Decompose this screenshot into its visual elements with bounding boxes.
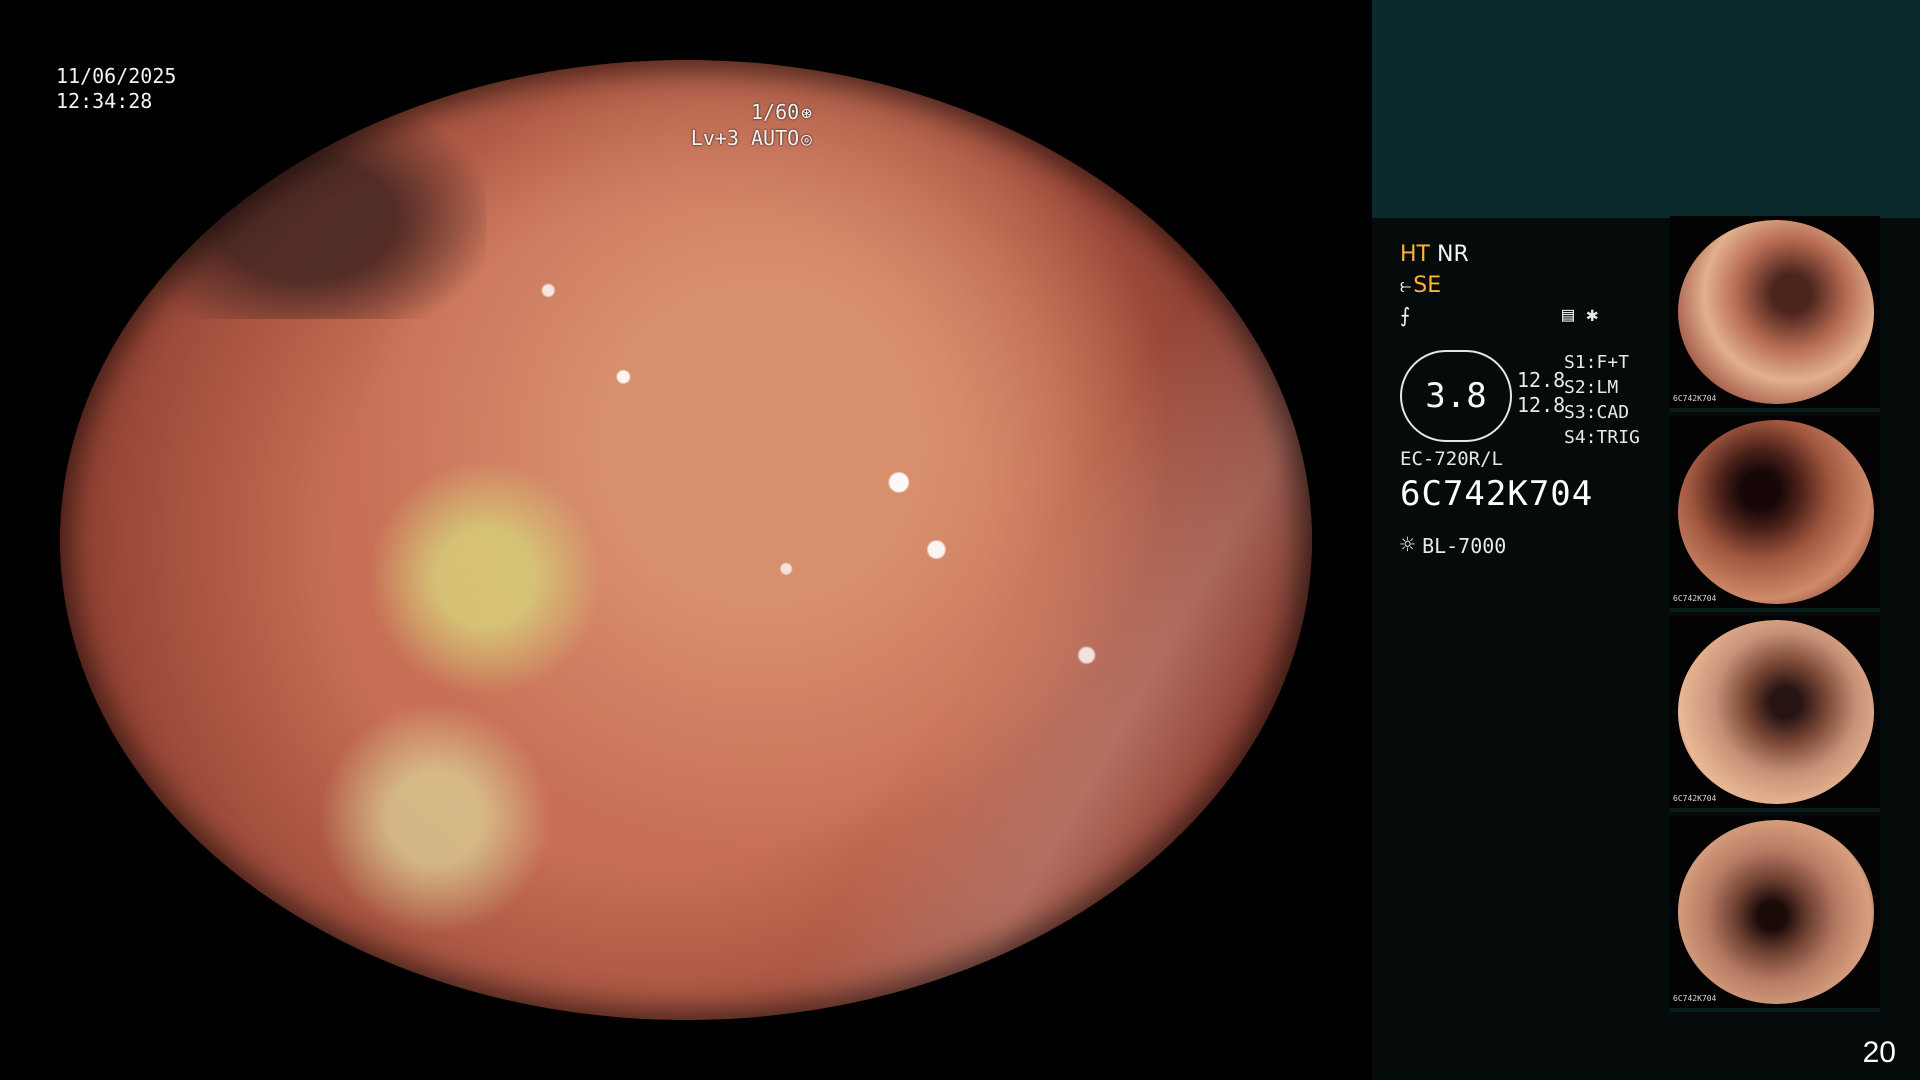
endoscope-model: EC-720R/L — [1400, 448, 1503, 470]
thumbnail-4[interactable]: 6C742K704 — [1670, 816, 1880, 1012]
light-source-info: ☼ BL-7000 — [1400, 530, 1506, 559]
stylus-icon: ⨍ — [1400, 303, 1411, 327]
thumbnail-label-4: 6C742K704 — [1673, 994, 1717, 1003]
switch-assignments: S1:F+T S2:LM S3:CAD S4:TRIG — [1564, 350, 1640, 450]
light-level: Lv+3 AUTO — [690, 126, 800, 150]
se-mode: SE — [1413, 273, 1442, 298]
thumbnail-image-2 — [1678, 420, 1874, 604]
capture-thumbnails: 6C742K704 6C742K704 6C742K704 6C742K704 — [1670, 216, 1920, 1016]
system-status-panel: HT NR ⥼SE ⨍ ▤ ✱ 3.8 12.8 12.8 S1:F+T S2:… — [1372, 0, 1920, 1080]
endoscope-serial: 6C742K704 — [1400, 474, 1594, 514]
settings-list-icon: ▤ — [1562, 302, 1575, 326]
capture-date-time: 11/06/2025 12:34:28 — [56, 64, 176, 114]
image-processing-status: HT NR ⥼SE ⨍ — [1400, 240, 1680, 330]
gauge-upper-value: 12.8 — [1517, 368, 1566, 392]
enhancement-line: ⥼SE — [1400, 270, 1680, 300]
gauge-value: 3.8 — [1425, 376, 1487, 416]
light-source-icon: ☼ — [1400, 530, 1416, 559]
scope-mode-icon: ⥼ — [1400, 273, 1412, 297]
capture-time: 12:34:28 — [56, 89, 153, 113]
thumbnail-image-1 — [1678, 220, 1874, 404]
thumbnail-1[interactable]: 6C742K704 — [1670, 216, 1880, 412]
exposure-readout: 1/60 ⊛ Lv+3 AUTO ◎ — [691, 100, 812, 152]
page-number: 20 — [1862, 1036, 1896, 1069]
thumbnail-2[interactable]: 6C742K704 — [1670, 416, 1880, 612]
asterisk-icon: ✱ — [1586, 302, 1599, 326]
switch-s4: S4:TRIG — [1564, 427, 1640, 448]
endoscopy-main-view: 11/06/2025 12:34:28 1/60 ⊛ Lv+3 AUTO ◎ — [0, 0, 1372, 1080]
nr-mode: NR — [1436, 242, 1469, 267]
panel-header-bar — [1372, 0, 1920, 218]
annotation-mode-line: ⨍ — [1400, 300, 1680, 330]
thumbnail-3[interactable]: 6C742K704 — [1670, 616, 1880, 812]
auto-exposure-icon: ◎ — [801, 129, 812, 150]
zoom-gauge: 3.8 — [1400, 350, 1512, 442]
ht-mode: HT — [1400, 242, 1430, 267]
switch-s3: S3:CAD — [1564, 402, 1630, 423]
thumbnail-label-3: 6C742K704 — [1673, 794, 1717, 803]
endoscope-live-image — [60, 60, 1312, 1020]
thumbnail-label-1: 6C742K704 — [1673, 394, 1717, 403]
settings-badge-group: ▤ ✱ — [1562, 302, 1598, 326]
capture-date: 11/06/2025 — [56, 64, 177, 88]
shutter-icon: ⊛ — [801, 103, 812, 124]
processing-mode-line: HT NR — [1400, 240, 1680, 270]
thumbnail-label-2: 6C742K704 — [1673, 594, 1717, 603]
shutter-speed: 1/60 — [750, 100, 800, 124]
gauge-side-values: 12.8 12.8 — [1517, 368, 1565, 418]
switch-s1: S1:F+T — [1564, 352, 1630, 373]
thumbnail-image-3 — [1678, 620, 1874, 804]
gauge-lower-value: 12.8 — [1517, 393, 1566, 417]
light-source-model: BL-7000 — [1422, 534, 1507, 558]
thumbnail-image-4 — [1678, 820, 1874, 1004]
switch-s2: S2:LM — [1564, 377, 1619, 398]
